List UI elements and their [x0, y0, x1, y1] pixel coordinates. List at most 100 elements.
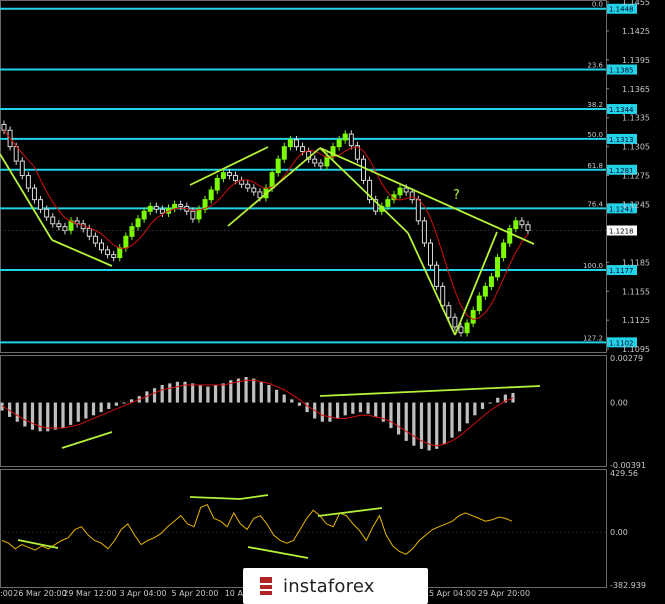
- macd-bar-43: [328, 402, 332, 422]
- macd-bar-7: [53, 402, 57, 430]
- cci-trendline-3: [247, 546, 309, 559]
- macd-bar-26: [198, 384, 202, 403]
- macd-bar-46: [351, 402, 355, 414]
- macd-panel-frame: [0, 355, 607, 467]
- macd-bar-23: [175, 381, 180, 403]
- macd-bar-25: [191, 383, 195, 403]
- macd-bar-20: [152, 388, 157, 403]
- price-y-tick-4: 1.1335: [622, 114, 650, 123]
- cci-y-tick-2: -382.939: [610, 581, 646, 590]
- candle-body-24: [147, 205, 153, 212]
- macd-bar-44: [335, 402, 340, 419]
- fib-price-label-6: 1.1177: [609, 267, 634, 275]
- candle-body-56: [342, 133, 348, 141]
- candle-body-16: [98, 242, 104, 251]
- macd-bar-34: [259, 381, 263, 403]
- price-y-tick-3: 1.1365: [622, 85, 650, 94]
- chart-area: 0.01.144823.61.138538.21.134450.01.13136…: [0, 0, 650, 598]
- candle-body-25: [153, 205, 159, 210]
- candle-body-85: [519, 220, 525, 226]
- macd-bar-39: [297, 402, 302, 406]
- candle-body-45: [275, 158, 281, 174]
- candle-body-21: [129, 226, 135, 237]
- macd-bar-22: [168, 383, 172, 403]
- macd-bar-21: [160, 384, 164, 403]
- fib-level-6: 100.0: [583, 262, 603, 270]
- trendline-1: [0, 153, 53, 241]
- macd-bar-57: [435, 402, 439, 449]
- candle-body-35: [214, 177, 220, 191]
- cci-y-tick-0: 429.56: [610, 469, 638, 478]
- macd-bar-2: [15, 402, 19, 422]
- macd-bar-52: [396, 402, 401, 435]
- candle-body-2: [13, 146, 19, 162]
- candle-body-69: [421, 220, 427, 244]
- macd-bar-15: [114, 402, 119, 406]
- instaforex-logo-text: instaforex: [283, 575, 375, 597]
- macd-bar-62: [473, 402, 477, 416]
- candle-body-86: [525, 224, 531, 232]
- candle-body-36: [220, 172, 226, 179]
- macd-bar-29: [221, 383, 225, 403]
- fib-level-3: 50.0: [587, 131, 603, 139]
- candle-body-65: [397, 187, 403, 196]
- candle-body-59: [360, 158, 366, 181]
- x-tick-2: 3 Apr 04:00: [119, 589, 166, 598]
- candle-body-6: [38, 199, 44, 210]
- x-tick-5: 25 Apr 04:00: [424, 589, 476, 598]
- macd-bar-36: [274, 389, 279, 403]
- candle-body-19: [117, 247, 123, 259]
- macd-bar-42: [320, 402, 324, 422]
- macd-bar-13: [99, 402, 103, 413]
- candle-body-23: [141, 210, 147, 220]
- candle-body-68: [415, 199, 421, 222]
- x-tick-3: 5 Apr 20:00: [171, 589, 218, 598]
- candle-body-18: [111, 254, 117, 259]
- candle-body-15: [92, 235, 98, 244]
- cci-trendline-4: [317, 507, 383, 517]
- instaforex-logo: instaforex: [243, 568, 428, 604]
- candle-body-41: [251, 187, 257, 193]
- macd-bar-4: [30, 402, 35, 430]
- candle-body-80: [488, 276, 494, 287]
- price-y-tick-9: 1.1185: [622, 258, 650, 267]
- x-tick-6: 29 Apr 20:00: [478, 589, 530, 598]
- candle-body-51: [312, 158, 318, 164]
- candle-body-76: [464, 322, 470, 334]
- macd-bar-54: [412, 402, 416, 446]
- macd-y-tick-0: 0.00279: [610, 354, 643, 363]
- current-price-label: 1.1218: [609, 228, 634, 236]
- macd-bar-49: [374, 402, 378, 417]
- candle-body-14: [86, 228, 92, 237]
- candle-body-73: [446, 305, 452, 318]
- fib-price-label-1: 1.1385: [609, 66, 634, 74]
- candle-body-66: [403, 187, 409, 193]
- candle-body-37: [226, 172, 232, 177]
- candle-body-70: [428, 242, 434, 266]
- macd-y-tick-1: 0.00: [610, 399, 628, 408]
- macd-bar-45: [343, 402, 347, 416]
- candle-body-82: [501, 242, 507, 259]
- candle-body-20: [123, 235, 129, 249]
- price-y-tick-2: 1.1395: [622, 56, 650, 65]
- candle-body-75: [458, 326, 464, 334]
- macd-bar-40: [305, 402, 309, 413]
- macd-bar-8: [61, 402, 65, 429]
- macd-trendline-2: [319, 385, 541, 397]
- panel-frames: [0, 0, 607, 588]
- candle-body-34: [208, 189, 214, 201]
- candle-body-67: [409, 191, 415, 201]
- candle-body-7: [44, 208, 50, 218]
- price-y-tick-1: 1.1425: [622, 27, 650, 36]
- candle-body-4: [25, 175, 31, 189]
- fib-level-5: 76.4: [587, 200, 603, 208]
- price-y-tick-10: 1.1155: [622, 287, 650, 296]
- candle-body-72: [440, 285, 446, 307]
- trendline-5: [319, 147, 535, 245]
- macd-bar-65: [496, 397, 500, 403]
- candle-body-26: [159, 208, 165, 214]
- candle-body-8: [50, 216, 56, 225]
- cci-y-tick-1: 0.00: [610, 528, 628, 537]
- macd-bar-47: [358, 402, 363, 413]
- macd-bar-35: [267, 384, 271, 403]
